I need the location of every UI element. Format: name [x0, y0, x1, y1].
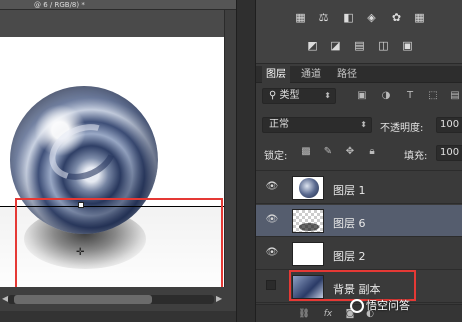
right-panels: ▦ ⚖ ◧ ◈ ✿ ▦ ◩ ◪ ▤ ◫ ▣ 图层 通道 路径 ⚲ 类型 ⬍ ▣ … [256, 0, 462, 322]
layer-row-2[interactable]: 👁︎ 图层 2 [256, 238, 462, 270]
horizontal-scrollbar[interactable]: ◀ ▶ [0, 287, 236, 311]
layer-name[interactable]: 图层 6 [333, 215, 366, 231]
layer-thumbnail [292, 176, 324, 200]
tab-layers[interactable]: 图层 [262, 66, 290, 83]
layer-filter-dropdown[interactable]: ⚲ 类型 ⬍ [262, 88, 336, 104]
photoshop-window: @ 6 / RGB/8) * ✛ ◀ ▶ ▦ ⚖ ◧ ◈ ✿ ▦ ◩ ◪ ▤ ◫… [0, 0, 462, 322]
black-white-icon[interactable]: ◪ [329, 40, 342, 51]
fill-value: 100 [440, 147, 460, 158]
vertical-scrollbar[interactable] [224, 10, 236, 287]
status-bar [0, 311, 236, 322]
layer-name[interactable]: 图层 1 [333, 182, 366, 198]
chevron-down-icon: ⬍ [324, 91, 331, 100]
lock-transparent-icon[interactable]: ▩ [300, 146, 312, 158]
smart-object-filter-icon[interactable]: ▤ [449, 90, 461, 102]
watermark-logo [350, 299, 364, 313]
layer-row-6[interactable]: 👁︎ 图层 6 [256, 205, 462, 237]
blend-mode-value: 正常 [269, 119, 289, 130]
pixel-filter-icon[interactable]: ▣ [356, 90, 368, 102]
adjustment-filter-icon[interactable]: ◑ [380, 90, 392, 102]
brightness-icon[interactable]: ▦ [294, 12, 307, 23]
vibrance-icon[interactable]: ✿ [390, 12, 403, 23]
link-icon[interactable]: ⛓ [298, 308, 310, 320]
lock-all-icon[interactable]: 🔒︎ [366, 146, 378, 158]
layer-thumbnail [292, 209, 324, 233]
shape-filter-icon[interactable]: ⬚ [427, 90, 439, 102]
canvas-pane: @ 6 / RGB/8) * ✛ ◀ ▶ [0, 0, 236, 322]
panel-tabs: 图层 通道 路径 [256, 66, 462, 83]
adjustments-panel: ▦ ⚖ ◧ ◈ ✿ ▦ ◩ ◪ ▤ ◫ ▣ [256, 0, 462, 64]
lock-label: 锁定: [264, 151, 288, 162]
opacity-input[interactable]: 100 [436, 117, 462, 133]
layer-row-1[interactable]: 👁︎ 图层 1 [256, 172, 462, 204]
color-balance-icon[interactable]: ◩ [306, 40, 319, 51]
filter-kind-value: 类型 [279, 90, 300, 101]
layer-name[interactable]: 图层 2 [333, 248, 366, 264]
search-icon: ⚲ [269, 90, 280, 101]
curves-icon[interactable]: ◧ [342, 12, 355, 23]
scroll-right-icon[interactable]: ▶ [216, 294, 222, 303]
document-canvas[interactable]: ✛ [0, 37, 224, 287]
layers-panel: 图层 通道 路径 ⚲ 类型 ⬍ ▣ ◑ T ⬚ ▤ 正常 ⬍ 不透明度: 100 [256, 66, 462, 322]
watermark-text: 悟空问答 [366, 299, 410, 312]
selection-highlight-box [15, 198, 223, 287]
document-tab[interactable]: @ 6 / RGB/8) * [0, 0, 236, 10]
lock-pixels-icon[interactable]: ✎ [322, 146, 334, 158]
exposure-icon[interactable]: ◈ [365, 12, 378, 23]
fill-label: 填充: [404, 151, 428, 162]
fx-icon[interactable]: fx [322, 308, 334, 320]
photo-filter-icon[interactable]: ▤ [353, 40, 366, 51]
panel-divider[interactable] [236, 0, 256, 322]
crosshair-icon[interactable]: ✛ [76, 248, 86, 258]
opacity-value: 100 [440, 119, 460, 130]
eye-icon[interactable]: 👁︎ [265, 215, 279, 225]
tab-paths[interactable]: 路径 [332, 66, 362, 83]
chevron-down-icon: ⬍ [360, 120, 367, 129]
blend-mode-dropdown[interactable]: 正常 ⬍ [262, 117, 372, 133]
type-filter-icon[interactable]: T [404, 90, 416, 102]
visibility-off-icon[interactable] [266, 280, 276, 290]
hue-saturation-icon[interactable]: ▦ [413, 12, 426, 23]
levels-icon[interactable]: ⚖ [317, 12, 330, 23]
tab-channels[interactable]: 通道 [296, 66, 326, 83]
channel-mixer-icon[interactable]: ◫ [377, 40, 390, 51]
transform-handle-top[interactable] [78, 202, 84, 208]
eye-icon[interactable]: 👁︎ [265, 182, 279, 192]
opacity-label: 不透明度: [380, 123, 424, 134]
layer-thumbnail [292, 242, 324, 266]
lock-position-icon[interactable]: ✥ [344, 146, 356, 158]
sphere-swirl [40, 113, 126, 191]
scroll-thumb[interactable] [14, 295, 152, 304]
eye-icon[interactable]: 👁︎ [265, 248, 279, 258]
color-lookup-icon[interactable]: ▣ [401, 40, 414, 51]
fill-input[interactable]: 100 [436, 145, 462, 161]
